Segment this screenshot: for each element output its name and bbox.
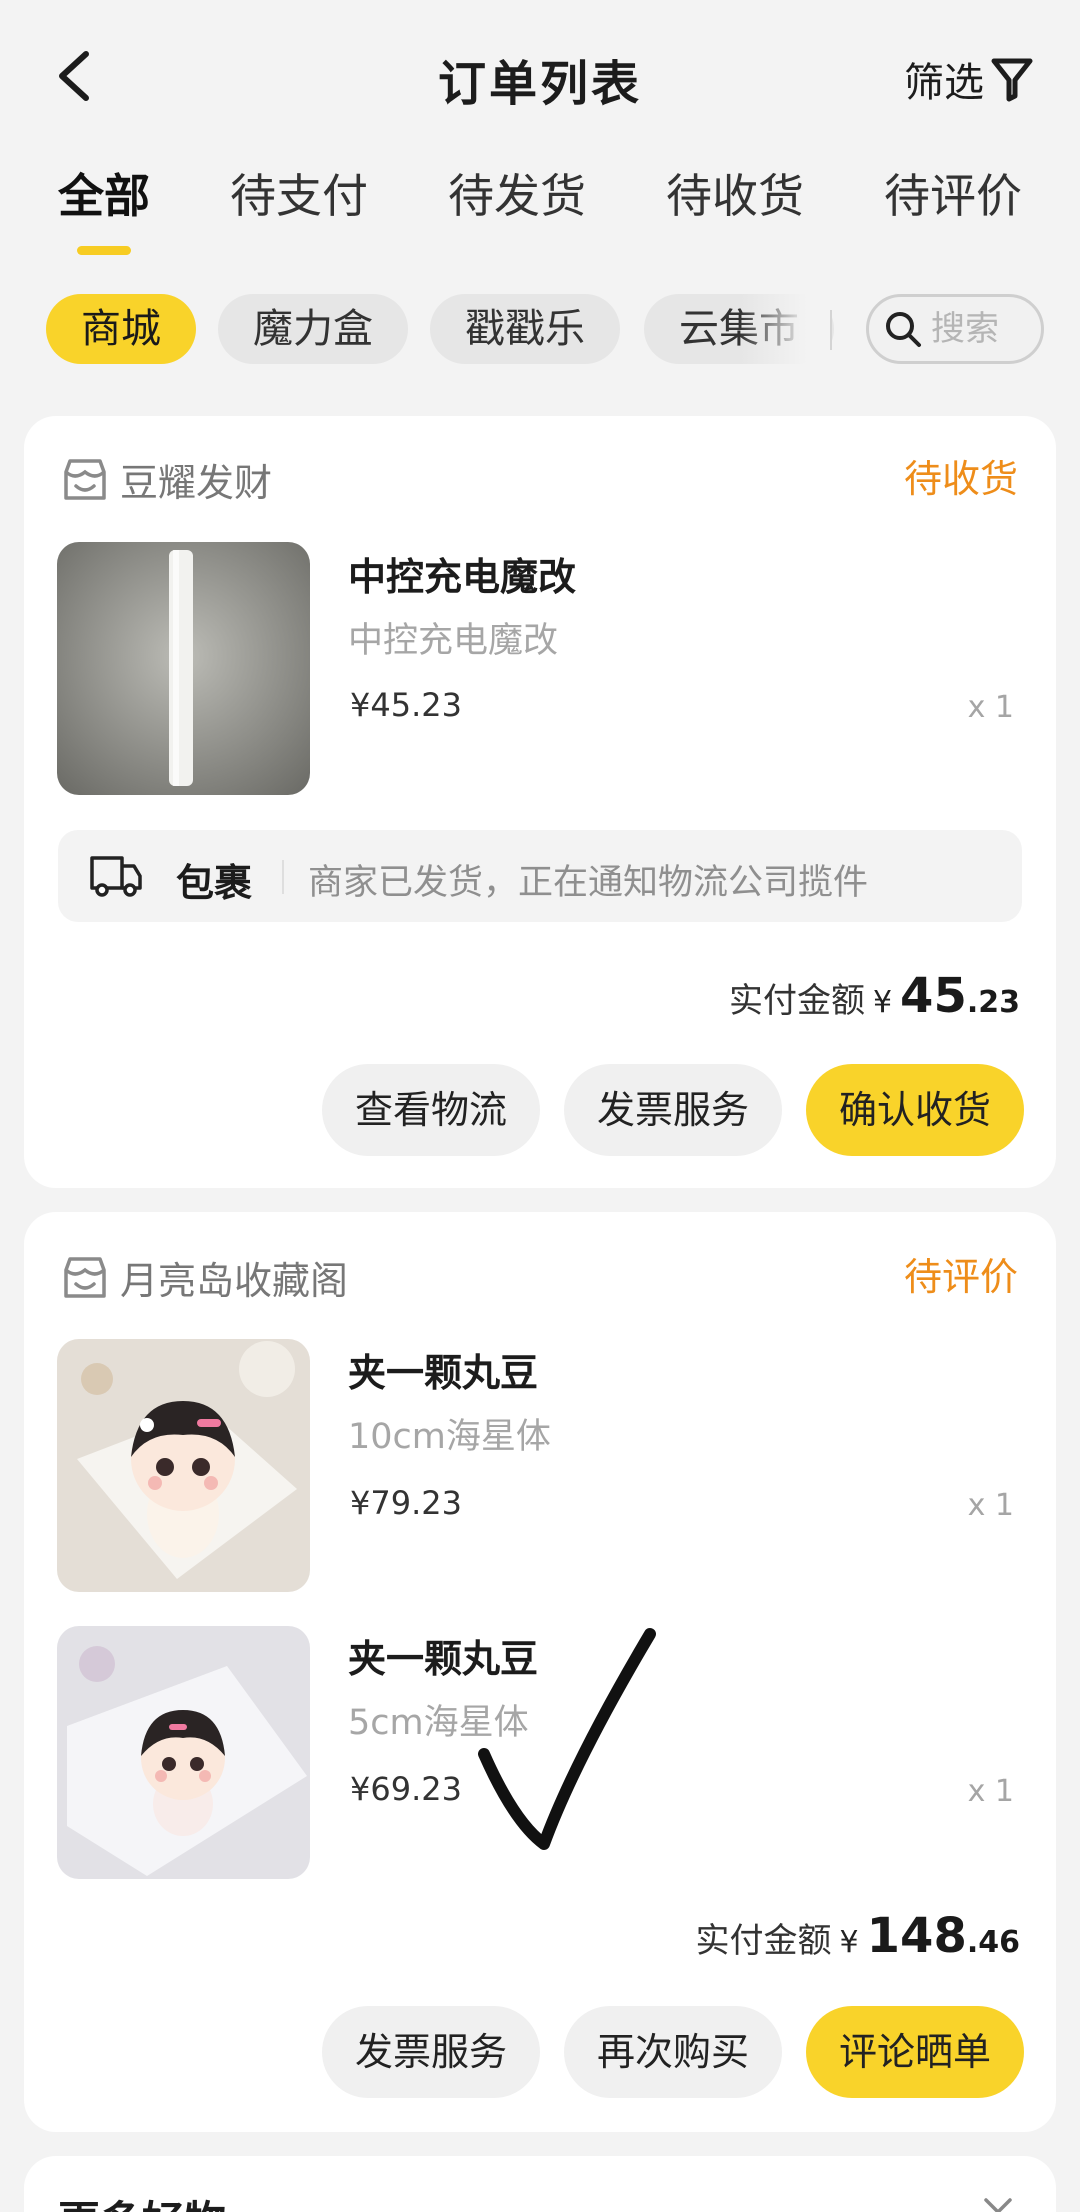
tab-active-indicator xyxy=(77,246,131,255)
chip-magic-box[interactable]: 魔力盒 xyxy=(218,294,408,364)
funnel-icon xyxy=(991,58,1033,102)
invoice-service-button[interactable]: 发票服务 xyxy=(322,2006,540,2098)
search-icon xyxy=(886,312,921,347)
paid-label: 实付金额 xyxy=(695,1921,832,1961)
status-tabs: 全部 待支付 待发货 待收货 待评价 xyxy=(0,160,1080,260)
product-price: ¥79.23 xyxy=(350,1484,462,1522)
chip-scroll-fade xyxy=(740,294,830,364)
store-name-label: 豆耀发财 xyxy=(120,461,273,505)
tab-all[interactable]: 全部 xyxy=(58,160,150,226)
chip-divider xyxy=(830,310,832,350)
store-name[interactable]: 豆耀发财 xyxy=(60,452,272,507)
close-icon[interactable] xyxy=(980,2194,1016,2212)
paid-integer: 45 xyxy=(900,968,967,1024)
paid-decimal: .23 xyxy=(966,985,1020,1020)
product-quantity: x 1 xyxy=(967,1488,1014,1523)
order-card: 月亮岛收藏阁 待评价 夹一颗丸豆 10cm海星体 ¥79.23 x 1 夹一颗丸… xyxy=(24,1212,1056,2132)
product-spec: 10cm海星体 xyxy=(348,1417,551,1457)
paid-integer: 148 xyxy=(866,1908,967,1964)
product-quantity: x 1 xyxy=(967,1774,1014,1809)
order-status: 待评价 xyxy=(903,1255,1018,1299)
checkmark-icon xyxy=(478,1628,656,1850)
search-input[interactable] xyxy=(931,309,1031,349)
paid-currency: ¥ xyxy=(839,1925,859,1960)
view-logistics-button[interactable]: 查看物流 xyxy=(322,1064,540,1156)
paid-amount: 实付金额 ¥ 148 .46 xyxy=(696,1908,1020,1964)
store-icon xyxy=(64,458,106,500)
paid-label: 实付金额 xyxy=(728,981,865,1021)
order-card: 豆耀发财 待收货 中控充电魔改 中控充电魔改 ¥45.23 x 1 包裹 商家已 xyxy=(24,416,1056,1188)
filter-label: 筛选 xyxy=(904,60,984,106)
search-box[interactable] xyxy=(866,294,1044,364)
paid-currency: ¥ xyxy=(872,985,893,1020)
chip-mall[interactable]: 商城 xyxy=(46,294,196,364)
tab-pending-payment[interactable]: 待支付 xyxy=(230,160,368,226)
more-goods-section: 更多好物 xyxy=(24,2156,1056,2212)
buy-again-button[interactable]: 再次购买 xyxy=(564,2006,782,2098)
confirm-receipt-button[interactable]: 确认收货 xyxy=(806,1064,1024,1156)
package-divider xyxy=(282,860,284,894)
product-price: ¥69.23 xyxy=(350,1770,462,1808)
review-button[interactable]: 评论晒单 xyxy=(806,2006,1024,2098)
tab-pending-review[interactable]: 待评价 xyxy=(884,160,1022,226)
category-chips: 商城 魔力盒 戳戳乐 云集市 xyxy=(0,294,1080,364)
store-name[interactable]: 月亮岛收藏阁 xyxy=(60,1250,348,1305)
product-price: ¥45.23 xyxy=(350,686,462,724)
order-status: 待收货 xyxy=(903,457,1018,501)
store-icon xyxy=(64,1256,106,1298)
product-name[interactable]: 夹一颗丸豆 xyxy=(348,1342,538,1397)
store-name-label: 月亮岛收藏阁 xyxy=(120,1259,349,1303)
chip-poke-fun[interactable]: 戳戳乐 xyxy=(430,294,620,364)
paid-decimal: .46 xyxy=(966,1925,1020,1960)
product-image[interactable] xyxy=(57,1626,310,1879)
product-image[interactable] xyxy=(57,1339,310,1592)
product-name[interactable]: 中控充电魔改 xyxy=(348,546,576,601)
product-quantity: x 1 xyxy=(967,690,1014,725)
paid-amount: 实付金额 ¥ 45 .23 xyxy=(729,968,1020,1024)
truck-icon xyxy=(90,856,142,897)
filter-button[interactable]: 筛选 xyxy=(904,50,1034,108)
product-spec: 中控充电魔改 xyxy=(348,621,559,661)
package-status-bar[interactable]: 包裹 商家已发货，正在通知物流公司揽件 xyxy=(58,830,1022,922)
package-message: 商家已发货，正在通知物流公司揽件 xyxy=(308,863,869,903)
package-title: 包裹 xyxy=(176,861,253,905)
more-goods-title: 更多好物 xyxy=(58,2188,226,2212)
product-image[interactable] xyxy=(57,542,310,795)
invoice-service-button[interactable]: 发票服务 xyxy=(564,1064,782,1156)
header-bar: 订单列表 筛选 xyxy=(0,0,1080,150)
tab-pending-receipt[interactable]: 待收货 xyxy=(666,160,804,226)
tab-pending-shipment[interactable]: 待发货 xyxy=(448,160,586,226)
